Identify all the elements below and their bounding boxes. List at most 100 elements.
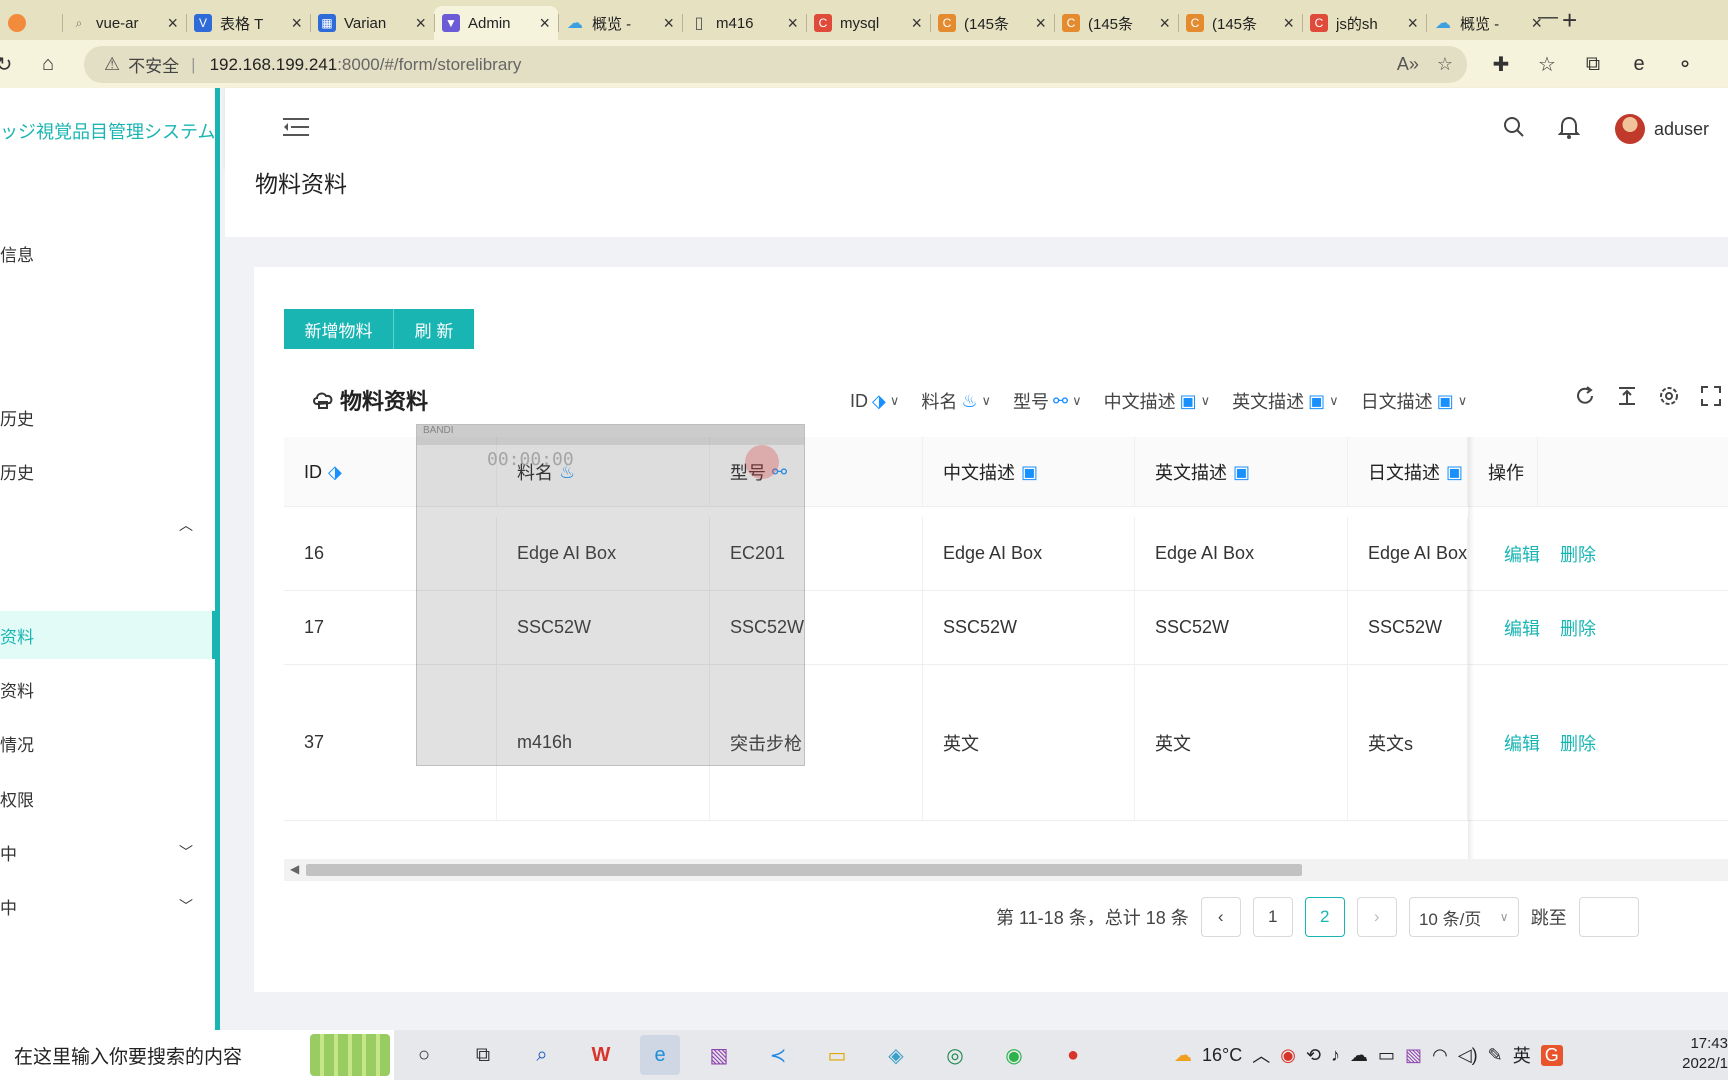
edge-app-icon[interactable]: e — [640, 1035, 680, 1075]
edit-link[interactable]: 编辑 — [1504, 541, 1540, 567]
home-icon[interactable]: ⌂ — [30, 46, 66, 82]
refresh-button[interactable]: 刷 新 — [394, 309, 474, 349]
browser-tab-9[interactable]: C (145条 × — [1054, 6, 1178, 40]
horizontal-scrollbar[interactable]: ◀ — [284, 859, 1728, 881]
browser-tab-3[interactable]: ▦ Varian × — [310, 6, 434, 40]
browser-tab-2[interactable]: V 表格 T × — [186, 6, 310, 40]
username[interactable]: aduser — [1654, 119, 1709, 140]
bell-icon[interactable] — [1558, 116, 1580, 140]
address-bar[interactable]: ⚠ 不安全 | 192.168.199.241 :8000/#/form/sto… — [84, 46, 1467, 83]
search-icon[interactable] — [1503, 116, 1525, 138]
browser-tab-12[interactable]: ☁ 概览 - × — [1426, 6, 1550, 40]
edge-icon[interactable]: e — [1621, 46, 1657, 82]
clock[interactable]: 17:43 2022/1 — [1676, 1034, 1728, 1074]
favorites-icon[interactable]: ☆ — [1529, 46, 1565, 82]
mic-icon[interactable]: ♪ — [1331, 1045, 1340, 1066]
browser-tab-8[interactable]: C (145条 × — [930, 6, 1054, 40]
network-app-icon[interactable]: ◈ — [876, 1035, 916, 1075]
close-icon[interactable]: × — [787, 13, 798, 34]
sidebar-item-permissions[interactable]: 权限 — [0, 774, 215, 822]
page-size-select[interactable]: 10 条/页 ∨ — [1408, 897, 1519, 937]
jump-page-input[interactable] — [1578, 897, 1639, 937]
close-icon[interactable]: × — [1035, 13, 1046, 34]
browser-tab-7[interactable]: C mysql × — [806, 6, 930, 40]
close-icon[interactable]: × — [911, 13, 922, 34]
avatar[interactable] — [1615, 114, 1645, 144]
extensions-icon[interactable]: ✚ — [1483, 46, 1519, 82]
close-icon[interactable]: × — [539, 13, 550, 34]
delete-link[interactable]: 删除 — [1560, 730, 1596, 756]
favorite-add-icon[interactable]: ☆ — [1437, 54, 1453, 75]
close-icon[interactable]: × — [1283, 13, 1294, 34]
chevron-up-icon[interactable]: ︿ — [1252, 1042, 1270, 1068]
pen-icon[interactable]: ✎ — [1488, 1045, 1503, 1066]
sidebar-item-material-data[interactable]: 资料 — [0, 611, 215, 659]
taskbar-search[interactable]: 在这里输入你要搜索的内容 — [0, 1030, 394, 1080]
close-icon[interactable]: × — [167, 13, 178, 34]
onedrive-icon[interactable]: ☁ — [1350, 1045, 1368, 1066]
wps-icon[interactable]: W — [581, 1035, 621, 1075]
filter-name[interactable]: 料名 ♨ ∨ — [921, 388, 991, 414]
add-material-button[interactable]: 新增物料 — [284, 309, 394, 349]
search-app-icon[interactable]: ⌕ — [522, 1035, 562, 1075]
browser-tab-10[interactable]: C (145条 × — [1178, 6, 1302, 40]
browser-app-icon[interactable]: ◎ — [935, 1035, 975, 1075]
page-2-button[interactable]: 2 — [1304, 897, 1345, 937]
minimize-icon[interactable]: — — [1538, 6, 1558, 29]
wechat-icon[interactable]: ◉ — [994, 1035, 1034, 1075]
sidebar-item-status[interactable]: 情况 — [0, 719, 215, 767]
sidebar-item-data[interactable]: 资料 — [0, 665, 215, 713]
delete-link[interactable]: 删除 — [1560, 615, 1596, 641]
filter-en-desc[interactable]: 英文描述 ▣ ∨ — [1232, 388, 1339, 414]
read-aloud-icon[interactable]: A» — [1397, 54, 1419, 75]
filter-zh-desc[interactable]: 中文描述 ▣ ∨ — [1104, 388, 1211, 414]
collections-icon[interactable]: ⧉ — [1575, 46, 1611, 82]
close-icon[interactable]: × — [663, 13, 674, 34]
recorder-tray-icon[interactable]: ◉ — [1280, 1045, 1296, 1066]
sidebar-item-middle-2[interactable]: 中 ﹀ — [0, 882, 215, 930]
filter-model[interactable]: 型号 ⚯ ∨ — [1013, 388, 1082, 414]
sync-icon[interactable]: ⟲ — [1306, 1045, 1321, 1066]
close-icon[interactable]: × — [1407, 13, 1418, 34]
vscode-icon[interactable]: ≺ — [758, 1035, 798, 1075]
menu-collapse-icon[interactable] — [283, 116, 309, 138]
new-tab-icon[interactable]: + — [1562, 5, 1577, 36]
record-app-icon[interactable]: ● — [1053, 1035, 1093, 1075]
volume-icon[interactable]: ◁) — [1458, 1045, 1478, 1066]
browser-tab-4[interactable]: ▼ Admin × — [434, 6, 558, 40]
sidebar-item-history-2[interactable]: 历史 — [0, 447, 215, 495]
close-icon[interactable]: × — [291, 13, 302, 34]
sidebar-item-middle[interactable]: 中 ﹀ — [0, 828, 215, 876]
screen-recorder-overlay[interactable]: BANDI 00:00:00 — [416, 424, 805, 766]
browser-tab-1[interactable]: ⌕ vue-ar × — [62, 6, 186, 40]
reload-icon[interactable]: ↻ — [0, 46, 22, 82]
column-header-en-desc[interactable]: 英文描述 ▣ — [1135, 437, 1348, 507]
browser-tab-0[interactable] — [0, 6, 62, 40]
scrollbar-thumb[interactable] — [306, 864, 1302, 876]
g-app-icon[interactable]: G — [1540, 1044, 1563, 1066]
page-1-button[interactable]: 1 — [1252, 897, 1293, 937]
close-icon[interactable]: × — [1159, 13, 1170, 34]
cortana-icon[interactable]: ○ — [404, 1035, 444, 1075]
task-view-icon[interactable]: ⧉ — [463, 1035, 503, 1075]
sidebar-item-info[interactable]: 信息 — [0, 229, 215, 277]
gear-icon[interactable] — [1658, 385, 1680, 407]
column-header-zh-desc[interactable]: 中文描述 ▣ — [923, 437, 1135, 507]
paint-app-icon[interactable]: ▧ — [699, 1035, 739, 1075]
edit-link[interactable]: 编辑 — [1504, 730, 1540, 756]
app-tray-icon[interactable]: ▧ — [1405, 1045, 1422, 1066]
reload-icon[interactable] — [1574, 385, 1596, 407]
prev-page-button[interactable]: ‹ — [1200, 897, 1241, 937]
browser-tab-11[interactable]: C js的sh × — [1302, 6, 1426, 40]
delete-link[interactable]: 删除 — [1560, 541, 1596, 567]
sidebar-item-history[interactable]: 历史 — [0, 393, 215, 441]
edit-link[interactable]: 编辑 — [1504, 615, 1540, 641]
ime-indicator[interactable]: 英 — [1513, 1042, 1531, 1068]
column-header-ja-desc[interactable]: 日文描述 ▣ — [1348, 437, 1468, 507]
filter-ja-desc[interactable]: 日文描述 ▣ ∨ — [1361, 388, 1468, 414]
browser-tab-5[interactable]: ☁ 概览 - × — [558, 6, 682, 40]
battery-icon[interactable]: ▭ — [1378, 1045, 1395, 1066]
next-page-button[interactable]: › — [1356, 897, 1397, 937]
browser-tab-6[interactable]: ▯ m416 × — [682, 6, 806, 40]
filter-id[interactable]: ID ⬗ ∨ — [850, 388, 899, 414]
